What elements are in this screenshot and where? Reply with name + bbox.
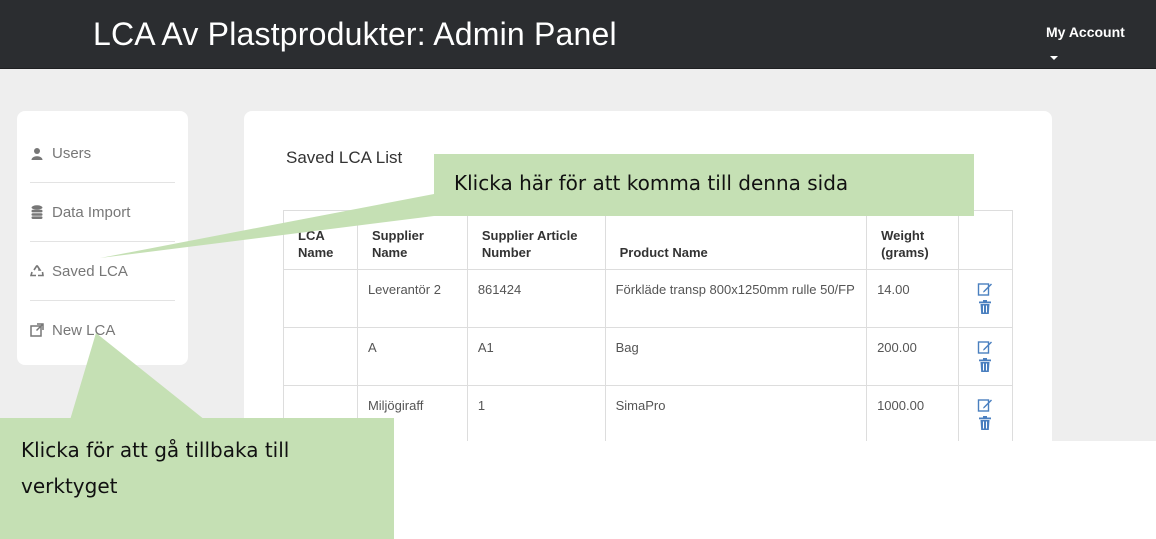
callout-pointer-top [100, 194, 434, 258]
callout-text: Klicka för att gå tillbaka till verktyge… [21, 438, 290, 498]
callout-text: Klicka här för att komma till denna sida [454, 171, 849, 195]
callout-pointer-bottom [70, 333, 205, 420]
annotation-callout-top: Klicka här för att komma till denna sida [434, 154, 974, 216]
annotation-callout-bottom: Klicka för att gå tillbaka till verktyge… [0, 418, 394, 539]
